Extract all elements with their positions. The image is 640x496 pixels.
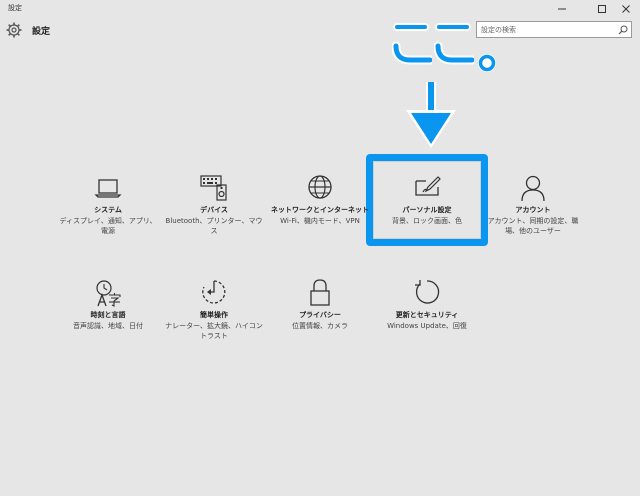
close-button[interactable] bbox=[612, 0, 640, 17]
refresh-icon bbox=[412, 278, 442, 308]
paint-brush-monitor-icon bbox=[412, 173, 442, 203]
tile-name: 簡単操作 bbox=[200, 311, 228, 319]
tile-accounts[interactable]: アカウント アカウント、同期の設定、職場、他のユーザー bbox=[479, 173, 587, 253]
tile-desc: Wi-Fi、機内モード、VPN bbox=[280, 217, 360, 225]
keyboard-printer-icon bbox=[199, 173, 229, 203]
tile-personalization[interactable]: パーソナル設定 背景、ロック画面、色 bbox=[373, 173, 481, 253]
tile-time-language[interactable]: 時刻と言語 音声認識、地域、日付 bbox=[54, 278, 162, 358]
tile-desc: 背景、ロック画面、色 bbox=[392, 217, 462, 225]
minimize-icon bbox=[558, 8, 566, 9]
window-title: 設定 bbox=[8, 4, 22, 12]
tile-name: システム bbox=[94, 206, 122, 214]
annotation-period bbox=[478, 54, 496, 72]
tile-name: デバイス bbox=[200, 206, 228, 214]
search-icon[interactable] bbox=[618, 25, 628, 35]
minimize-button[interactable] bbox=[548, 0, 576, 17]
tile-network[interactable]: ネットワークとインターネット Wi-Fi、機内モード、VPN bbox=[266, 173, 374, 253]
tile-desc: アカウント、同期の設定、職場、他のユーザー bbox=[487, 217, 579, 235]
page-title: 設定 bbox=[32, 27, 51, 37]
ease-of-access-icon bbox=[199, 278, 229, 308]
annotation-ko-1 bbox=[392, 23, 432, 65]
tile-name: アカウント bbox=[515, 206, 551, 214]
tile-desc: ナレーター、拡大鏡、ハイコントラスト bbox=[165, 322, 263, 340]
close-icon bbox=[622, 4, 630, 13]
laptop-icon bbox=[93, 173, 123, 203]
title-bar: 設定 bbox=[0, 0, 640, 17]
tile-name: プライバシー bbox=[299, 311, 341, 319]
tile-name: パーソナル設定 bbox=[402, 206, 452, 214]
tile-desc: 位置情報、カメラ bbox=[292, 322, 348, 330]
tile-privacy[interactable]: プライバシー 位置情報、カメラ bbox=[266, 278, 374, 358]
tile-name: 更新とセキュリティ bbox=[395, 311, 459, 319]
search-input[interactable] bbox=[481, 23, 611, 36]
tile-name: ネットワークとインターネット bbox=[271, 206, 369, 214]
annotation-arrow-down-icon bbox=[406, 82, 456, 148]
tile-name: 時刻と言語 bbox=[90, 311, 126, 319]
gear-icon bbox=[6, 22, 22, 38]
lock-icon bbox=[305, 278, 335, 308]
tile-update-security[interactable]: 更新とセキュリティ Windows Update、回復 bbox=[373, 278, 481, 358]
tile-desc: Bluetooth、プリンター、マウス bbox=[165, 217, 263, 235]
tile-desc: 音声認識、地域、日付 bbox=[73, 322, 143, 330]
tile-desc: Windows Update、回復 bbox=[387, 322, 467, 330]
search-box[interactable] bbox=[476, 21, 632, 38]
tile-devices[interactable]: デバイス Bluetooth、プリンター、マウス bbox=[160, 173, 268, 253]
tile-ease-of-access[interactable]: 簡単操作 ナレーター、拡大鏡、ハイコントラスト bbox=[160, 278, 268, 358]
tile-system[interactable]: システム ディスプレイ、通知、アプリ、電源 bbox=[54, 173, 162, 253]
time-language-icon bbox=[93, 278, 123, 308]
maximize-icon bbox=[598, 4, 606, 13]
annotation-ko-2 bbox=[434, 23, 474, 65]
person-icon bbox=[518, 173, 548, 203]
globe-icon bbox=[305, 173, 335, 203]
tile-desc: ディスプレイ、通知、アプリ、電源 bbox=[59, 217, 157, 235]
